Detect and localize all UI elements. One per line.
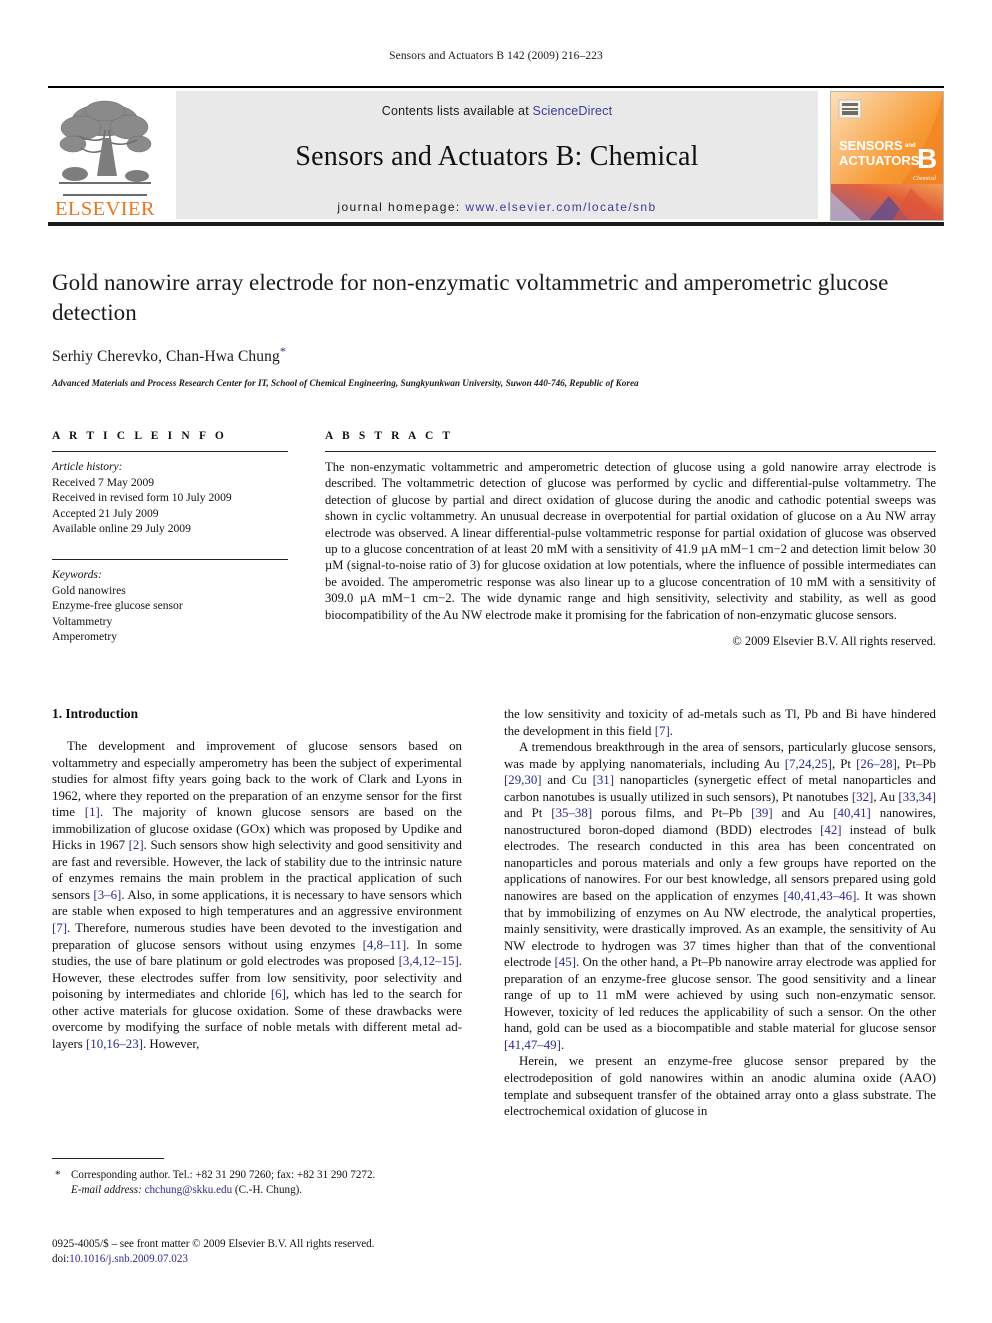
abstract-heading: A B S T R A C T (325, 430, 454, 442)
citation-ref[interactable]: [29,30] (504, 773, 542, 787)
elsevier-rule (63, 193, 147, 196)
citation-ref[interactable]: [40,41,43–46] (783, 889, 856, 903)
paper-page: Sensors and Actuators B 142 (2009) 216–2… (0, 0, 992, 1323)
journal-banner: Contents lists available at ScienceDirec… (176, 91, 818, 219)
author-list: Serhiy Cherevko, Chan-Hwa Chung* (52, 344, 936, 366)
article-info-heading: A R T I C L E I N F O (52, 430, 227, 442)
citation-ref[interactable]: [7,24,25] (785, 757, 832, 771)
elsevier-tree-icon (59, 100, 152, 184)
cover-sensors-text: SENSORS (839, 138, 903, 153)
intro-paragraph-1: The development and improvement of gluco… (52, 739, 462, 1051)
issn-front-matter: 0925-4005/$ – see front matter © 2009 El… (52, 1238, 375, 1250)
journal-cover-thumbnail: SENSORS and ACTUATORS B Chemical (830, 91, 944, 221)
email-address-link[interactable]: chchung@skku.edu (145, 1184, 233, 1196)
citation-ref[interactable]: [41,47–49] (504, 1038, 561, 1052)
sciencedirect-link[interactable]: ScienceDirect (533, 104, 613, 118)
abstract-rule (325, 451, 936, 452)
email-address-label: E-mail address: (71, 1183, 142, 1196)
body-column-left: 1. Introduction The development and impr… (52, 706, 462, 1052)
article-info-rule (52, 451, 288, 452)
corresponding-author-footnote: * Corresponding author. Tel.: +82 31 290… (52, 1168, 462, 1197)
email-address-suffix: (C.-H. Chung). (234, 1183, 303, 1196)
homepage-url-link[interactable]: www.elsevier.com/locate/snb (465, 200, 656, 214)
abstract-copyright: © 2009 Elsevier B.V. All rights reserved… (732, 634, 936, 649)
corresponding-author-contact: Corresponding author. Tel.: +82 31 290 7… (71, 1169, 376, 1181)
citation-ref[interactable]: [4,8–11] (363, 938, 407, 952)
keywords-label: Keywords: (52, 567, 102, 581)
masthead-bottom-rule (48, 222, 944, 226)
article-history-received: Received 7 May 2009 (52, 475, 155, 489)
affiliation: Advanced Materials and Process Research … (52, 378, 639, 389)
intro-paragraph-1-continued: the low sensitivity and toxicity of ad-m… (504, 707, 936, 738)
citation-ref[interactable]: [32] (852, 790, 873, 804)
cover-art-icon: SENSORS and ACTUATORS B Chemical (831, 92, 943, 220)
footnote-rule (52, 1158, 164, 1160)
corresponding-author-marker: * (279, 344, 286, 358)
citation-ref[interactable]: [35–38] (551, 806, 592, 820)
section-heading-introduction: 1. Introduction (52, 706, 139, 721)
citation-ref[interactable]: [7] (655, 724, 670, 738)
abstract-text: The non-enzymatic voltammetric and amper… (325, 460, 936, 622)
journal-homepage-line: journal homepage: www.elsevier.com/locat… (176, 200, 818, 214)
cover-b-letter: B (917, 143, 937, 174)
elsevier-logo: ELSEVIER (50, 91, 160, 219)
cover-actuators-text: ACTUATORS (839, 153, 920, 168)
intro-paragraph-2: A tremendous breakthrough in the area of… (504, 740, 936, 1052)
citation-ref[interactable]: [42] (820, 823, 841, 837)
journal-masthead: ELSEVIER Contents lists available at Sci… (48, 86, 944, 226)
citation-ref[interactable]: [40,41] (833, 806, 871, 820)
body-column-right: the low sensitivity and toxicity of ad-m… (504, 706, 936, 1120)
citation-ref[interactable]: [2] (129, 838, 144, 852)
elsevier-wordmark: ELSEVIER (55, 197, 155, 220)
contents-available-line: Contents lists available at ScienceDirec… (176, 104, 818, 118)
contents-prefix: Contents lists available at (381, 104, 533, 118)
journal-title: Sensors and Actuators B: Chemical (295, 141, 699, 172)
keywords-rule (52, 558, 288, 560)
article-info-column: A R T I C L E I N F O Article history: R… (52, 430, 288, 645)
running-head: Sensors and Actuators B 142 (2009) 216–2… (389, 50, 603, 62)
intro-paragraph-3: Herein, we present an enzyme-free glucos… (504, 1054, 936, 1119)
citation-ref[interactable]: [1] (85, 805, 100, 819)
doi-line: doi:10.1016/j.snb.2009.07.023 (52, 1252, 482, 1267)
keyword-item: Gold nanowires (52, 583, 126, 597)
cover-and-text: and (905, 143, 916, 149)
title-block: Gold nanowire array electrode for non-en… (52, 268, 936, 388)
article-history-revised: Received in revised form 10 July 2009 (52, 491, 232, 505)
citation-ref[interactable]: [26–28] (856, 757, 897, 771)
citation-ref[interactable]: [3–6] (93, 888, 121, 902)
citation-ref[interactable]: [33,34] (898, 790, 936, 804)
keyword-item: Enzyme-free glucose sensor (52, 599, 183, 613)
citation-ref[interactable]: [31] (593, 773, 614, 787)
article-info-spacer (52, 537, 288, 550)
masthead-top-rule (48, 86, 944, 88)
cover-chemical-text: Chemical (913, 176, 936, 182)
article-title: Gold nanowire array electrode for non-en… (52, 270, 889, 325)
citation-ref[interactable]: [45] (555, 955, 576, 969)
citation-ref[interactable]: [10,16–23] (86, 1037, 143, 1051)
imprint-block: 0925-4005/$ – see front matter © 2009 El… (52, 1237, 482, 1266)
abstract-column: A B S T R A C T The non-enzymatic voltam… (325, 430, 936, 649)
citation-ref[interactable]: [39] (751, 806, 772, 820)
article-history-online: Available online 29 July 2009 (52, 522, 191, 536)
author-names: Serhiy Cherevko, Chan-Hwa Chung (52, 348, 280, 366)
article-history-label: Article history: (52, 460, 123, 473)
article-history-accepted: Accepted 21 July 2009 (52, 506, 159, 520)
doi-link[interactable]: 10.1016/j.snb.2009.07.023 (69, 1253, 188, 1265)
keyword-item: Voltammetry (52, 614, 113, 628)
keyword-item: Amperometry (52, 630, 118, 644)
footnote-star-marker: * (55, 1169, 61, 1181)
homepage-prefix: journal homepage: (337, 200, 461, 214)
footnote-text: Corresponding author. Tel.: +82 31 290 7… (71, 1168, 462, 1197)
doi-label: doi: (52, 1252, 70, 1265)
citation-ref[interactable]: [7] (52, 921, 67, 935)
citation-ref[interactable]: [3,4,12–15] (399, 954, 459, 968)
citation-ref[interactable]: [6] (271, 987, 286, 1001)
